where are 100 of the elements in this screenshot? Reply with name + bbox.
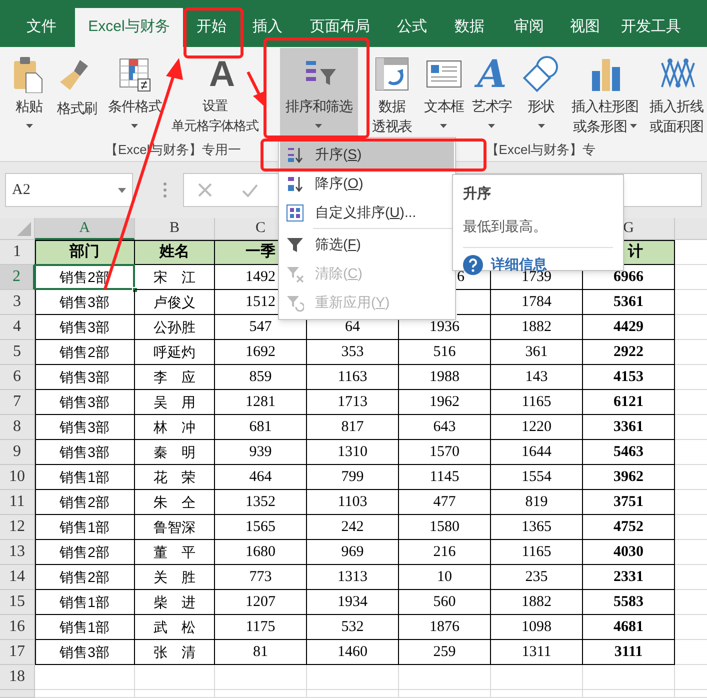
reapply-icon (286, 294, 304, 312)
table-cell: 1784 (491, 290, 583, 315)
table-cell: 张 清 (135, 640, 215, 665)
ribbon-tab[interactable]: Excel与财务 (75, 8, 183, 47)
ribbon-tab[interactable]: 开发工具 (612, 8, 690, 47)
table-cell: 销售2部 (35, 565, 135, 590)
row-header[interactable]: 14 (0, 565, 35, 590)
table-cell: 10 (399, 565, 491, 590)
table-cell: 1313 (307, 565, 399, 590)
row-header[interactable]: 11 (0, 490, 35, 515)
table-cell: 819 (491, 490, 583, 515)
column-heading-cell: 姓名 (135, 240, 215, 265)
cancel-icon[interactable] (198, 183, 212, 197)
ribbon-tab[interactable]: 审阅 (500, 8, 558, 47)
table-cell: 1365 (491, 515, 583, 540)
row-header[interactable]: 1 (0, 240, 35, 265)
table-cell: 销售2部 (35, 340, 135, 365)
ribbon-tab[interactable]: 视图 (558, 8, 612, 47)
row-header[interactable]: 4 (0, 315, 35, 340)
table-cell: 1103 (307, 490, 399, 515)
table-cell: 859 (215, 365, 307, 390)
ribbon-button[interactable]: 形状 (514, 50, 568, 136)
ribbon-tab[interactable]: 页面布局 (295, 8, 385, 47)
row-header[interactable]: 16 (0, 615, 35, 640)
table-cell: 464 (215, 465, 307, 490)
table-cell: 477 (399, 490, 491, 515)
ribbon-button[interactable]: 格式刷 (50, 50, 104, 136)
table-cell: 1165 (491, 390, 583, 415)
check-icon[interactable] (242, 184, 258, 196)
table-cell: 259 (399, 640, 491, 665)
table-cell: 1163 (307, 365, 399, 390)
annotation-box (184, 8, 244, 58)
name-box[interactable]: A2 (5, 173, 133, 207)
row-header[interactable]: 12 (0, 515, 35, 540)
caret-icon (118, 188, 126, 192)
ribbon-button[interactable]: 排序和筛选 (280, 48, 358, 136)
table-cell: 花 荣 (135, 465, 215, 490)
sort-ascending-icon (286, 146, 304, 164)
ribbon-tab[interactable]: 数据 (439, 8, 500, 47)
table-cell: 销售3部 (35, 440, 135, 465)
row-header[interactable]: 3 (0, 290, 35, 315)
row-header[interactable]: 17 (0, 640, 35, 665)
select-all-icon[interactable] (17, 222, 31, 236)
row-header[interactable]: 9 (0, 440, 35, 465)
table-cell: 销售3部 (35, 315, 135, 340)
ribbon-tab[interactable]: 公式 (385, 8, 439, 47)
row-header[interactable]: 18 (0, 665, 35, 690)
table-cell: 销售1部 (35, 515, 135, 540)
ribbon-button[interactable]: 插入柱形图 或条形图 (568, 50, 642, 136)
row-header[interactable]: 2 (0, 265, 35, 290)
table-cell: 361 (491, 340, 583, 365)
table-cell: 4153 (583, 365, 675, 390)
table-cell: 1644 (491, 440, 583, 465)
column-header[interactable]: B (135, 218, 215, 240)
table-cell: 4429 (583, 315, 675, 340)
table-cell: 81 (215, 640, 307, 665)
pivot-table-icon (373, 55, 411, 93)
table-cell: 李 应 (135, 365, 215, 390)
table-cell: 董 平 (135, 540, 215, 565)
ribbon-button[interactable]: 文本框 (418, 50, 470, 136)
ribbon-tab[interactable]: 文件 (8, 8, 75, 47)
menu-item[interactable]: 升序(S) (280, 140, 454, 169)
column-header[interactable] (675, 218, 707, 240)
table-cell: 销售2部 (35, 490, 135, 515)
table-cell: 1988 (399, 365, 491, 390)
menu-item[interactable]: 降序(O) (280, 169, 454, 198)
table-cell: 5463 (583, 440, 675, 465)
ribbon-button[interactable]: 数据 透视表 (366, 50, 418, 136)
row-header[interactable]: 10 (0, 465, 35, 490)
table-cell: 销售3部 (35, 415, 135, 440)
row-header[interactable]: 7 (0, 390, 35, 415)
table-cell: 1882 (491, 590, 583, 615)
table-cell: 林 冲 (135, 415, 215, 440)
table-cell: 1934 (307, 590, 399, 615)
ribbon-tab[interactable]: 开始 (183, 8, 240, 47)
table-cell: 柴 进 (135, 590, 215, 615)
ribbon-button[interactable]: 插入折线 或面积图 (646, 50, 707, 136)
row-header[interactable]: 8 (0, 415, 35, 440)
table-cell: 公孙胜 (135, 315, 215, 340)
ribbon-button[interactable]: A 艺术字 (470, 50, 514, 136)
table-cell: 235 (491, 565, 583, 590)
table-cell: 939 (215, 440, 307, 465)
table-cell: 销售1部 (35, 615, 135, 640)
shapes-icon (522, 55, 560, 93)
row-header[interactable]: 6 (0, 365, 35, 390)
row-header[interactable] (0, 690, 35, 698)
column-header[interactable]: A (35, 218, 135, 240)
table-cell: 1680 (215, 540, 307, 565)
ribbon-button[interactable]: 粘贴 (8, 50, 50, 136)
drag-handle-icon[interactable] (163, 182, 167, 198)
table-cell: 516 (399, 340, 491, 365)
table-cell: 1207 (215, 590, 307, 615)
ribbon-tab[interactable]: 插入 (240, 8, 295, 47)
row-header[interactable]: 13 (0, 540, 35, 565)
row-header[interactable]: 15 (0, 590, 35, 615)
table-cell: 817 (307, 415, 399, 440)
custom-sort-icon (286, 204, 304, 222)
ribbon-button[interactable]: A 设置 单元格字体格式 (166, 50, 278, 136)
table-cell: 1876 (399, 615, 491, 640)
row-header[interactable]: 5 (0, 340, 35, 365)
